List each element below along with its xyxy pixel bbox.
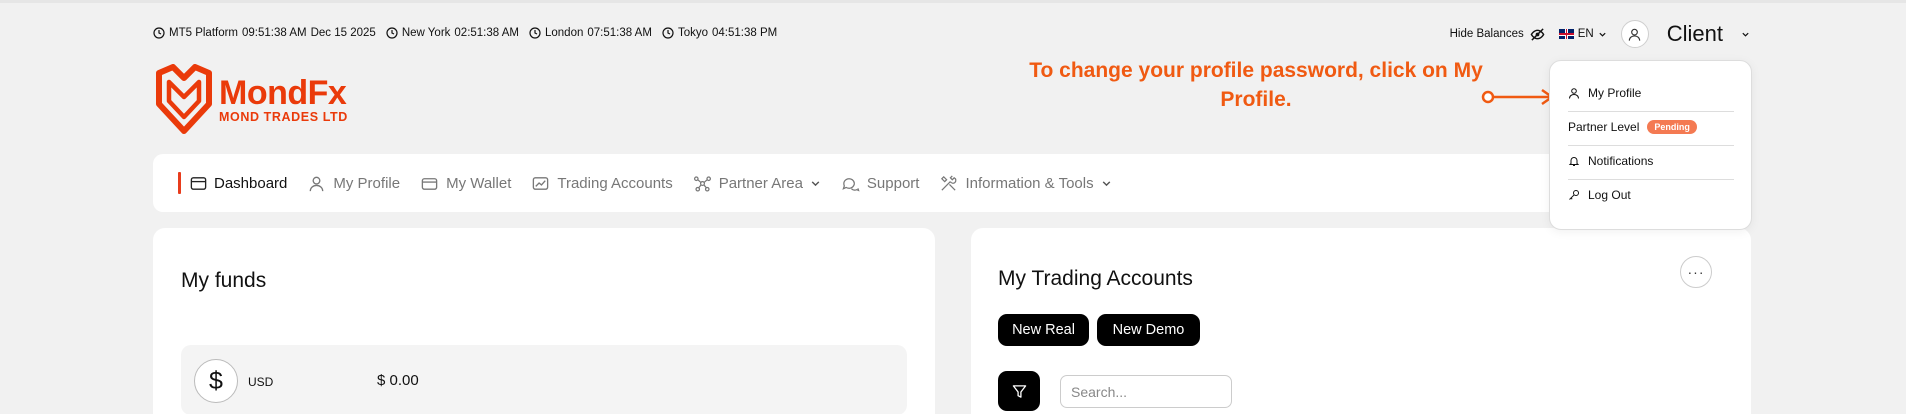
clock-bar: MT5 Platform 09:51:38 AM Dec 15 2025 New… — [153, 27, 777, 39]
clock-label: Tokyo — [677, 27, 708, 39]
divider — [1568, 111, 1734, 112]
menu-label: My Profile — [1588, 86, 1642, 100]
nav-label: Information & Tools — [965, 174, 1094, 192]
menu-item-partner-level[interactable]: Partner Level Pending — [1568, 120, 1697, 134]
clock-icon — [153, 27, 165, 39]
user-avatar-icon[interactable] — [1620, 20, 1649, 48]
main-nav: Dashboard My Profile My Wallet Trading A… — [153, 154, 1751, 212]
brand-logo[interactable]: MondFx MOND TRADES LTD — [152, 64, 348, 136]
user-icon — [310, 176, 324, 191]
clock-icon — [386, 27, 398, 39]
clock-date: Dec 15 2025 — [310, 27, 376, 39]
menu-item-my-profile[interactable]: My Profile — [1568, 86, 1641, 100]
chevron-down-icon — [1102, 180, 1110, 186]
trading-accounts-card: My Trading Accounts ··· New Real New Dem… — [971, 228, 1751, 414]
nav-my-profile[interactable]: My Profile — [307, 174, 400, 193]
clock-new-york: New York 02:51:38 AM — [386, 27, 519, 39]
eye-off-icon — [1530, 27, 1545, 41]
clock-time: 07:51:38 AM — [587, 27, 652, 39]
top-border — [0, 0, 1906, 3]
tools-icon — [941, 174, 957, 191]
menu-label: Log Out — [1588, 188, 1631, 202]
menu-label: Partner Level — [1568, 120, 1640, 134]
clock-label: MT5 Platform — [169, 27, 239, 39]
currency-code: USD — [248, 375, 274, 389]
nav-label: Partner Area — [718, 174, 803, 192]
funds-card: My funds $ USD $ 0.00 — [153, 228, 935, 414]
clock-time: 09:51:38 AM — [242, 27, 307, 39]
nav-label: Trading Accounts — [557, 174, 673, 192]
filter-icon — [1012, 384, 1026, 398]
funds-row[interactable]: $ USD $ 0.00 — [181, 345, 907, 414]
menu-item-log-out[interactable]: Log Out — [1568, 188, 1631, 202]
instruction-annotation: To change your profile password, click o… — [1029, 59, 1483, 111]
user-name: Client — [1666, 21, 1723, 46]
funds-title: My funds — [181, 269, 267, 292]
clock-label: New York — [401, 27, 451, 39]
nav-label: My Profile — [333, 174, 401, 192]
key-icon — [1569, 190, 1579, 200]
language-label: EN — [1577, 28, 1594, 40]
clock-london: London 07:51:38 AM — [529, 27, 652, 39]
divider — [1568, 145, 1734, 146]
nav-dashboard[interactable]: Dashboard — [178, 171, 288, 194]
chart-icon — [533, 176, 549, 190]
hide-balances-label: Hide Balances — [1449, 28, 1524, 40]
hide-balances-toggle[interactable]: Hide Balances — [1450, 27, 1545, 42]
profile-dropdown: My Profile Partner Level Pending Notific… — [1549, 60, 1752, 230]
arrow-icon — [1481, 88, 1555, 106]
menu-item-notifications[interactable]: Notifications — [1568, 154, 1653, 168]
user-icon — [1569, 88, 1579, 99]
new-demo-button[interactable]: New Demo — [1097, 314, 1200, 346]
clock-time: 04:51:38 PM — [711, 27, 778, 39]
status-badge: Pending — [1647, 120, 1697, 134]
nav-information-tools[interactable]: Information & Tools — [939, 174, 1111, 193]
currency-amount: $ 0.00 — [377, 372, 419, 389]
nav-my-wallet[interactable]: My Wallet — [420, 174, 511, 193]
nav-label: Support — [866, 174, 920, 192]
filter-button[interactable] — [998, 371, 1040, 411]
uk-flag-icon — [1558, 29, 1574, 39]
logo-subtitle: MOND TRADES LTD — [219, 110, 348, 125]
clock-label: London — [544, 27, 584, 39]
chevron-down-icon — [1599, 32, 1606, 37]
nav-label: Dashboard — [214, 174, 288, 192]
clock-icon — [529, 27, 541, 39]
new-real-button[interactable]: New Real — [998, 314, 1089, 346]
wallet-icon — [421, 177, 438, 190]
clock-time: 02:51:38 AM — [454, 27, 519, 39]
language-selector[interactable]: EN — [1558, 28, 1607, 40]
chat-icon — [842, 177, 860, 191]
network-icon — [693, 175, 711, 192]
nav-label: My Wallet — [446, 174, 512, 192]
clock-mt5: MT5 Platform 09:51:38 AM Dec 15 2025 — [153, 27, 376, 39]
nav-support[interactable]: Support — [841, 174, 920, 193]
dollar-icon: $ — [194, 359, 238, 403]
header-actions: Hide Balances EN Client — [1450, 20, 1750, 48]
nav-partner-area[interactable]: Partner Area — [693, 174, 821, 193]
chevron-down-icon — [1742, 32, 1749, 37]
nav-trading-accounts[interactable]: Trading Accounts — [531, 174, 673, 193]
menu-label: Notifications — [1588, 154, 1654, 168]
more-options-button[interactable]: ··· — [1680, 256, 1712, 288]
logo-name: MondFx — [219, 74, 347, 113]
bell-icon — [1568, 157, 1580, 166]
dashboard-icon — [190, 176, 207, 190]
user-menu[interactable]: Client — [1620, 20, 1750, 48]
clock-tokyo: Tokyo 04:51:38 PM — [662, 27, 777, 39]
mondfx-logo-icon — [156, 64, 212, 134]
divider — [1568, 179, 1734, 180]
clock-icon — [662, 27, 674, 39]
search-input[interactable] — [1060, 375, 1232, 408]
trading-title: My Trading Accounts — [998, 267, 1193, 290]
chevron-down-icon — [811, 180, 820, 186]
